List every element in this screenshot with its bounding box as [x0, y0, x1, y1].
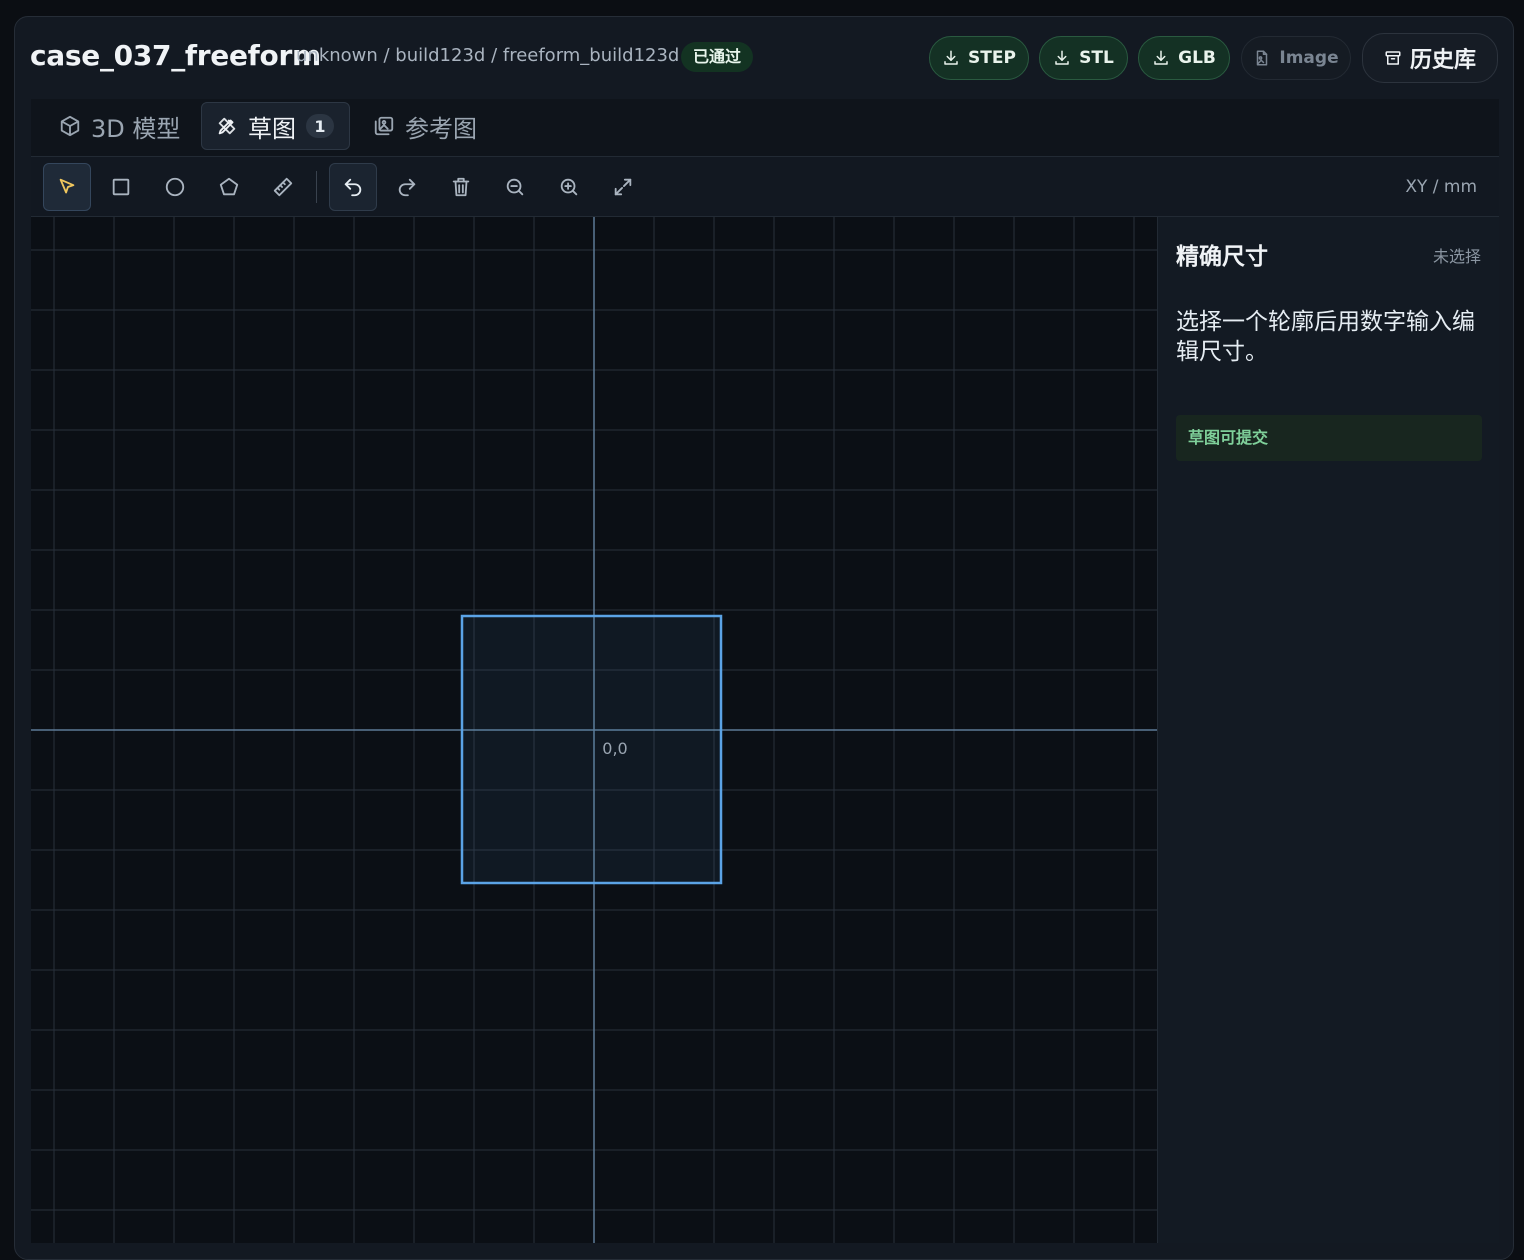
- download-icon: [944, 50, 958, 65]
- glb-label: GLB: [1178, 48, 1216, 68]
- ruler-icon: [273, 177, 293, 197]
- shape-layer: 0,0: [460, 614, 723, 885]
- sketch-count-badge: 1: [306, 114, 334, 138]
- trash-icon: [452, 177, 470, 197]
- expand-icon: [614, 178, 632, 196]
- page-title: case_037_freeform: [30, 39, 321, 72]
- pentagon-icon: [219, 177, 239, 196]
- tab-reference[interactable]: 参考图: [359, 102, 491, 150]
- origin-label: 0,0: [602, 739, 627, 758]
- dimension-panel: 精确尺寸 未选择 选择一个轮廓后用数字输入编辑尺寸。 草图可提交: [1157, 217, 1499, 1243]
- download-stl-button[interactable]: STL: [1039, 36, 1128, 80]
- image-file-icon: [1257, 50, 1268, 66]
- polygon-tool[interactable]: [205, 163, 253, 211]
- redo-button[interactable]: [383, 163, 431, 211]
- images-icon: [374, 116, 394, 136]
- tab-label: 3D 模型: [91, 114, 181, 143]
- selection-status: 未选择: [1432, 247, 1481, 266]
- breadcrumb: unknown / build123d / freeform_build123d: [296, 45, 680, 66]
- download-step-button[interactable]: STEP: [929, 36, 1029, 80]
- cursor-arrow-icon: [59, 178, 75, 194]
- cube-icon: [60, 115, 80, 137]
- square-icon: [112, 178, 130, 196]
- sketch-toolbar: XY / mm: [31, 157, 1499, 217]
- download-icon: [1055, 50, 1069, 65]
- sketch-ready-banner: 草图可提交: [1176, 415, 1482, 461]
- stl-label: STL: [1079, 48, 1114, 68]
- panel-title: 精确尺寸: [1176, 244, 1268, 270]
- header: case_037_freeform unknown / build123d / …: [15, 17, 1513, 99]
- zoom-in-icon: [560, 178, 578, 196]
- download-icon: [1154, 50, 1168, 65]
- zoom-out-button[interactable]: [491, 163, 539, 211]
- status-badge: 已通过: [681, 42, 754, 72]
- undo-button[interactable]: [329, 163, 377, 211]
- panel-hint: 选择一个轮廓后用数字输入编辑尺寸。: [1176, 309, 1475, 365]
- rectangle-tool[interactable]: [97, 163, 145, 211]
- sketch-rectangle[interactable]: [460, 614, 723, 885]
- download-glb-button[interactable]: GLB: [1138, 36, 1230, 80]
- history-label: 历史库: [1409, 48, 1476, 73]
- tab-3d-model[interactable]: 3D 模型: [45, 102, 194, 150]
- units-label: XY / mm: [1405, 177, 1477, 197]
- measure-tool[interactable]: [259, 163, 307, 211]
- fit-view-button[interactable]: [599, 163, 647, 211]
- image-label: Image: [1279, 48, 1339, 68]
- step-label: STEP: [968, 48, 1016, 68]
- download-image-button[interactable]: Image: [1241, 36, 1351, 80]
- tab-label: 参考图: [405, 114, 477, 143]
- select-tool[interactable]: [43, 163, 91, 211]
- tab-label: 草图: [248, 114, 296, 143]
- view-tabs: 3D 模型 草图 1 参考图: [31, 99, 1499, 157]
- zoom-out-icon: [506, 178, 524, 196]
- pencil-ruler-icon: [218, 117, 236, 135]
- archive-icon: [1385, 51, 1401, 65]
- delete-button[interactable]: [437, 163, 485, 211]
- sketch-canvas[interactable]: 0,0: [31, 217, 1157, 1243]
- circle-tool[interactable]: [151, 163, 199, 211]
- tab-sketch[interactable]: 草图 1: [201, 102, 350, 150]
- circle-icon: [165, 177, 185, 197]
- history-button[interactable]: 历史库: [1362, 33, 1498, 83]
- app-window: case_037_freeform unknown / build123d / …: [14, 16, 1514, 1260]
- undo-icon: [344, 178, 362, 197]
- toolbar-divider: [316, 171, 317, 203]
- zoom-in-button[interactable]: [545, 163, 593, 211]
- redo-icon: [398, 178, 416, 197]
